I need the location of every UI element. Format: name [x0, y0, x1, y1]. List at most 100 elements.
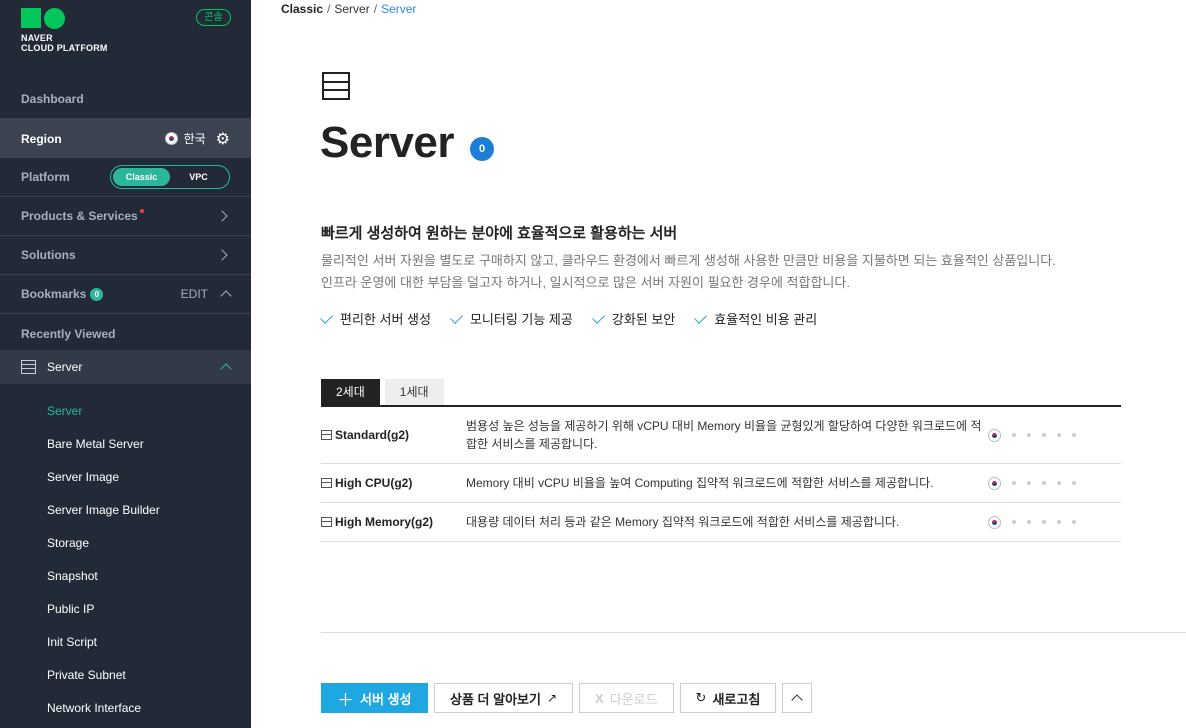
platform-toggle[interactable]: Classic VPC — [110, 165, 230, 189]
refresh-button[interactable]: ↻ 새로고침 — [679, 683, 777, 713]
sidebar-sub-network-interface[interactable]: Network Interface — [47, 701, 141, 715]
generation-tabs: 2세대 1세대 — [321, 379, 444, 406]
row-desc: 대용량 데이터 처리 등과 같은 Memory 집약적 워크로드에 적합한 서비… — [466, 515, 900, 529]
sidebar-item-solutions[interactable]: Solutions — [0, 236, 251, 275]
korea-flag-icon — [988, 476, 1001, 490]
korea-flag-icon — [988, 428, 1001, 442]
table-row[interactable]: Standard(g2) 범용성 높은 성능을 제공하기 위해 vCPU 대비 … — [321, 407, 1121, 464]
server-icon — [322, 72, 350, 100]
description-line2: 인프라 운영에 대한 부담을 덜고자 하거나, 일시적으로 많은 서버 자원이 … — [321, 275, 850, 290]
region-row[interactable]: Region 한국 ⚙ — [0, 119, 251, 158]
row-regions — [988, 428, 1121, 442]
sidebar-item-bookmarks[interactable]: Bookmarks 0 EDIT — [0, 275, 251, 314]
row-name: High CPU(g2) — [321, 476, 466, 490]
platform-row: Platform Classic VPC — [0, 158, 251, 197]
check-icon — [591, 310, 605, 324]
sidebar-item-dashboard[interactable]: Dashboard — [0, 80, 251, 119]
server-icon — [21, 360, 36, 374]
products-label: Products & Services — [21, 209, 144, 223]
external-link-icon: ↗ — [546, 691, 558, 705]
sidebar-sub-init-script[interactable]: Init Script — [47, 635, 97, 649]
excel-icon: X — [595, 690, 604, 706]
description-title: 빠르게 생성하여 원하는 분야에 효율적으로 활용하는 서버 — [321, 225, 678, 242]
sidebar-sub-server-image[interactable]: Server Image — [47, 470, 119, 484]
sidebar-sub-public-ip[interactable]: Public IP — [47, 602, 94, 616]
check-icon — [320, 310, 333, 324]
row-desc: Memory 대비 vCPU 비율을 높여 Computing 집약적 워크로드… — [466, 476, 934, 490]
sidebar-sub-storage[interactable]: Storage — [47, 536, 89, 550]
feature-item: 효율적인 비용 관리 — [694, 309, 817, 328]
sidebar-sub-bare-metal-server[interactable]: Bare Metal Server — [47, 437, 144, 451]
feature-item: 강화된 보안 — [591, 309, 675, 328]
logo-mark — [21, 8, 108, 29]
plus-icon: ＋ — [337, 690, 354, 710]
sidebar: NAVER CLOUD PLATFORM 콘솔 Dashboard Region… — [0, 0, 251, 728]
breadcrumb-current: Server — [381, 2, 417, 16]
server-count-badge: 0 — [470, 137, 494, 161]
sidebar-sub-server-image-builder[interactable]: Server Image Builder — [47, 503, 160, 517]
logo-line2: CLOUD PLATFORM — [21, 43, 108, 53]
gear-icon[interactable]: ⚙ — [216, 129, 230, 149]
tab-gen1[interactable]: 1세대 — [384, 379, 444, 406]
solutions-label: Solutions — [21, 248, 76, 262]
feature-list: 편리한 서버 생성 모니터링 기능 제공 강화된 보안 효율적인 비용 관리 — [320, 309, 817, 328]
platform-option-vpc[interactable]: VPC — [170, 168, 227, 186]
app: NAVER CLOUD PLATFORM 콘솔 Dashboard Region… — [0, 0, 1186, 728]
breadcrumb: Classic / Server / Server — [281, 2, 417, 16]
memory-icon — [321, 517, 332, 527]
row-regions — [988, 476, 1121, 490]
logo-line1: NAVER — [21, 33, 53, 43]
cpu-icon — [321, 478, 332, 488]
create-server-button[interactable]: ＋ 서버 생성 — [321, 683, 428, 713]
korea-flag-icon — [164, 132, 178, 145]
chevron-up-icon — [791, 694, 803, 706]
sidebar-sub-private-subnet[interactable]: Private Subnet — [47, 668, 126, 682]
new-dot-icon — [139, 209, 144, 213]
description-text: 물리적인 서버 자원을 별도로 구매하지 않고, 클라우드 환경에서 빠르게 생… — [321, 250, 1056, 294]
bookmarks-label: Bookmarks — [21, 287, 87, 301]
row-desc: 범용성 높은 성능을 제공하기 위해 vCPU 대비 Memory 비율을 균형… — [466, 419, 982, 451]
sidebar-group-server[interactable]: Server — [0, 350, 251, 384]
sidebar-item-products[interactable]: Products & Services — [0, 197, 251, 236]
sidebar-item-recently-viewed[interactable]: Recently Viewed — [0, 314, 251, 353]
console-badge[interactable]: 콘솔 — [196, 9, 231, 26]
row-regions — [988, 515, 1121, 529]
download-button[interactable]: X 다운로드 — [579, 683, 674, 713]
bookmarks-count-badge: 0 — [90, 287, 104, 301]
chevron-up-icon — [220, 363, 232, 375]
divider — [321, 632, 1186, 633]
naver-cloud-logo[interactable]: NAVER CLOUD PLATFORM — [21, 8, 108, 53]
action-bar: ＋ 서버 생성 상품 더 알아보기 ↗ X 다운로드 ↻ 새로고침 — [321, 683, 813, 713]
korea-flag-icon — [988, 515, 1001, 529]
scroll-top-button[interactable] — [782, 683, 813, 713]
check-icon — [450, 310, 463, 324]
chevron-right-icon — [216, 210, 228, 222]
row-name: High Memory(g2) — [321, 515, 466, 529]
recently-viewed-label: Recently Viewed — [21, 326, 116, 341]
server-icon — [321, 430, 332, 440]
platform-option-classic[interactable]: Classic — [113, 168, 170, 186]
feature-item: 모니터링 기능 제공 — [450, 309, 573, 328]
breadcrumb-mid[interactable]: Server — [334, 2, 369, 16]
bookmarks-edit-button[interactable]: EDIT — [181, 287, 208, 301]
sidebar-sub-snapshot[interactable]: Snapshot — [47, 569, 98, 583]
dashboard-label: Dashboard — [21, 92, 84, 106]
table-row[interactable]: High CPU(g2) Memory 대비 vCPU 비율을 높여 Compu… — [321, 464, 1121, 503]
tab-gen2[interactable]: 2세대 — [321, 379, 380, 406]
breadcrumb-root[interactable]: Classic — [281, 2, 323, 16]
refresh-icon: ↻ — [695, 690, 707, 705]
platform-label: Platform — [21, 170, 70, 184]
chevron-up-icon[interactable] — [220, 290, 232, 302]
region-label: Region — [21, 131, 62, 146]
learn-more-button[interactable]: 상품 더 알아보기 ↗ — [434, 683, 574, 713]
region-value: 한국 — [183, 132, 206, 146]
feature-item: 편리한 서버 생성 — [320, 309, 431, 328]
server-type-table: Standard(g2) 범용성 높은 성능을 제공하기 위해 vCPU 대비 … — [321, 405, 1121, 542]
description-line1: 물리적인 서버 자원을 별도로 구매하지 않고, 클라우드 환경에서 빠르게 생… — [321, 253, 1056, 268]
sidebar-sub-server[interactable]: Server — [47, 404, 82, 418]
check-icon — [694, 310, 708, 324]
page-title: Server — [320, 118, 455, 167]
table-row[interactable]: High Memory(g2) 대용량 데이터 처리 등과 같은 Memory … — [321, 503, 1121, 542]
row-name: Standard(g2) — [321, 428, 466, 442]
server-group-label: Server — [47, 360, 83, 374]
